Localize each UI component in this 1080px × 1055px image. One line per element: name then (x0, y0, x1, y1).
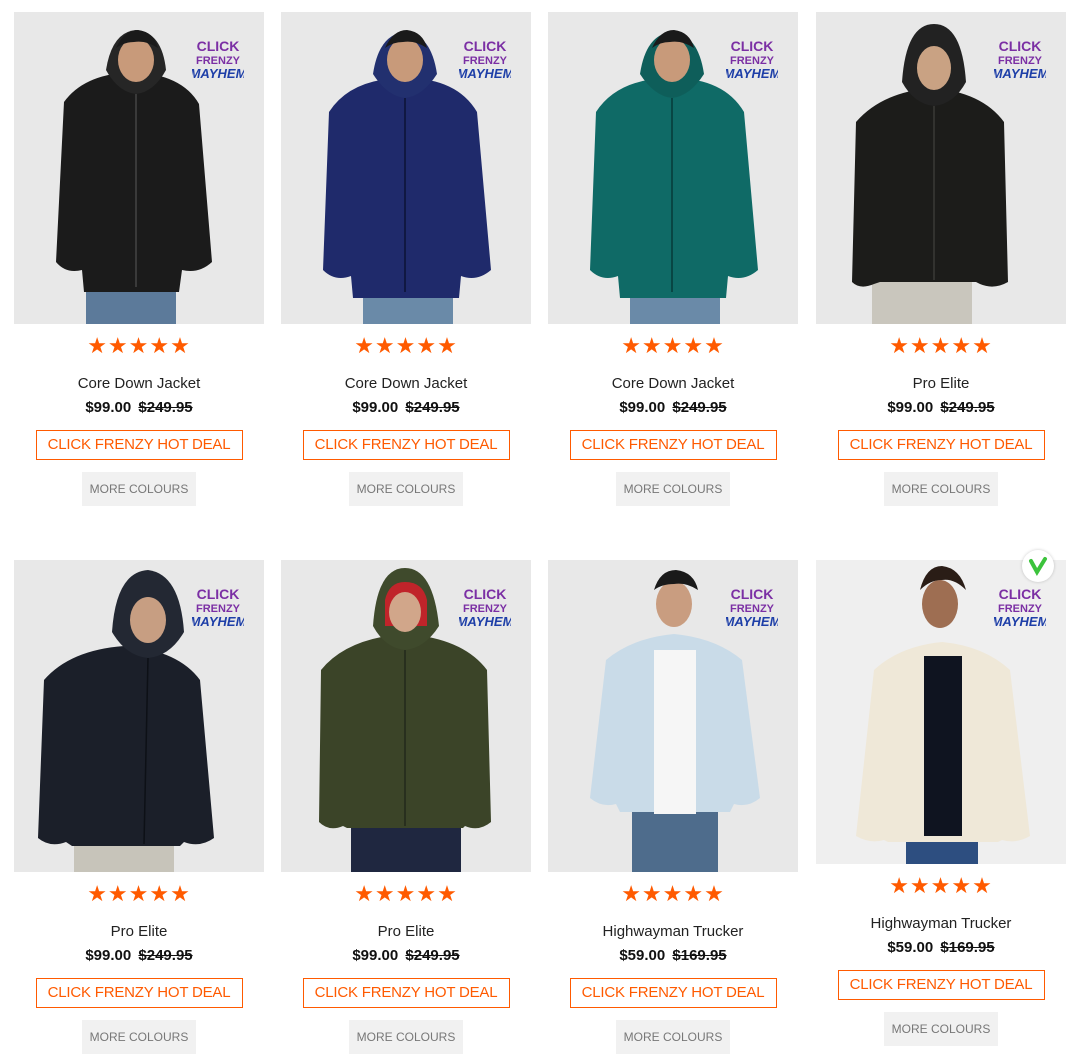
svg-text:MAYHEM: MAYHEM (994, 614, 1046, 629)
product-name[interactable]: Highwayman Trucker (816, 914, 1066, 934)
original-price: $249.95 (138, 947, 193, 964)
sale-price: $99.00 (887, 399, 934, 416)
svg-text:MAYHEM: MAYHEM (459, 66, 511, 81)
click-frenzy-logo: CLICK FRENZY MAYHEM (192, 586, 244, 629)
product-card[interactable]: CLICK FRENZY MAYHEM ★★★★★ Core Down Jack… (14, 12, 264, 506)
more-colours-button[interactable]: MORE COLOURS (616, 472, 730, 506)
svg-text:CLICK: CLICK (731, 586, 774, 602)
rating-stars: ★★★★★ (889, 873, 993, 898)
click-frenzy-logo: CLICK FRENZY MAYHEM (459, 38, 511, 81)
svg-text:MAYHEM: MAYHEM (192, 66, 244, 81)
click-frenzy-logo: CLICK FRENZY MAYHEM (994, 38, 1046, 81)
original-price: $249.95 (940, 399, 995, 416)
product-image[interactable]: CLICK FRENZY MAYHEM (281, 12, 531, 324)
product-card[interactable]: CLICK FRENZY MAYHEM ★★★★★ Pro Elite $99.… (816, 12, 1066, 506)
original-price: $169.95 (672, 947, 727, 964)
hot-deal-button[interactable]: CLICK FRENZY HOT DEAL (302, 978, 510, 1008)
sale-price: $99.00 (352, 947, 399, 964)
svg-text:CLICK: CLICK (999, 586, 1042, 602)
rating-stars: ★★★★★ (354, 881, 458, 906)
product-price: $99.00 $249.95 (14, 398, 264, 418)
rating-stars: ★★★★★ (889, 333, 993, 358)
product-name[interactable]: Highwayman Trucker (548, 922, 798, 942)
hot-deal-button[interactable]: CLICK FRENZY HOT DEAL (35, 978, 243, 1008)
click-frenzy-logo: CLICK FRENZY MAYHEM (726, 586, 778, 629)
product-image[interactable]: CLICK FRENZY MAYHEM (281, 560, 531, 872)
rating-stars: ★★★★★ (87, 881, 191, 906)
click-frenzy-logo: CLICK FRENZY MAYHEM (726, 38, 778, 81)
hot-deal-button[interactable]: CLICK FRENZY HOT DEAL (35, 430, 243, 460)
svg-text:CLICK: CLICK (464, 586, 507, 602)
product-price: $99.00 $249.95 (816, 398, 1066, 418)
hot-deal-button[interactable]: CLICK FRENZY HOT DEAL (569, 430, 777, 460)
product-image[interactable]: CLICK FRENZY MAYHEM (14, 12, 264, 324)
hot-deal-button[interactable]: CLICK FRENZY HOT DEAL (569, 978, 777, 1008)
rating-stars: ★★★★★ (354, 333, 458, 358)
svg-text:MAYHEM: MAYHEM (459, 614, 511, 629)
product-card[interactable]: CLICK FRENZY MAYHEM ★★★★★ Pro Elite $99.… (14, 560, 264, 1054)
svg-text:CLICK: CLICK (197, 586, 240, 602)
more-colours-button[interactable]: MORE COLOURS (884, 472, 998, 506)
product-card[interactable]: CLICK FRENZY MAYHEM ★★★★★ Highwayman Tru… (816, 550, 1066, 1046)
svg-text:MAYHEM: MAYHEM (726, 614, 778, 629)
product-card[interactable]: CLICK FRENZY MAYHEM ★★★★★ Pro Elite $99.… (281, 560, 531, 1054)
original-price: $249.95 (405, 947, 460, 964)
sale-price: $99.00 (85, 947, 132, 964)
sale-price: $59.00 (619, 947, 666, 964)
original-price: $169.95 (940, 939, 995, 956)
click-frenzy-logo: CLICK FRENZY MAYHEM (994, 586, 1046, 629)
product-image[interactable]: CLICK FRENZY MAYHEM (548, 560, 798, 872)
more-colours-button[interactable]: MORE COLOURS (349, 472, 463, 506)
hot-deal-button[interactable]: CLICK FRENZY HOT DEAL (302, 430, 510, 460)
svg-text:CLICK: CLICK (197, 38, 240, 54)
product-image[interactable]: CLICK FRENZY MAYHEM (816, 560, 1066, 864)
svg-text:CLICK: CLICK (731, 38, 774, 54)
product-card[interactable]: CLICK FRENZY MAYHEM ★★★★★ Highwayman Tru… (548, 560, 798, 1054)
product-card[interactable]: CLICK FRENZY MAYHEM ★★★★★ Core Down Jack… (281, 12, 531, 506)
hot-deal-button[interactable]: CLICK FRENZY HOT DEAL (837, 430, 1045, 460)
product-name[interactable]: Pro Elite (281, 922, 531, 942)
more-colours-button[interactable]: MORE COLOURS (616, 1020, 730, 1054)
original-price: $249.95 (138, 399, 193, 416)
svg-text:CLICK: CLICK (464, 38, 507, 54)
sale-price: $99.00 (352, 399, 399, 416)
svg-text:CLICK: CLICK (999, 38, 1042, 54)
svg-text:MAYHEM: MAYHEM (994, 66, 1046, 81)
product-name[interactable]: Core Down Jacket (281, 374, 531, 394)
svg-text:MAYHEM: MAYHEM (192, 614, 244, 629)
product-card[interactable]: CLICK FRENZY MAYHEM ★★★★★ Core Down Jack… (548, 12, 798, 506)
product-name[interactable]: Pro Elite (14, 922, 264, 942)
product-name[interactable]: Pro Elite (816, 374, 1066, 394)
product-image[interactable]: CLICK FRENZY MAYHEM (816, 12, 1066, 324)
original-price: $249.95 (672, 399, 727, 416)
sale-price: $59.00 (887, 939, 934, 956)
sale-price: $99.00 (619, 399, 666, 416)
watermark (465, 508, 615, 548)
product-image[interactable]: CLICK FRENZY MAYHEM (14, 560, 264, 872)
svg-text:MAYHEM: MAYHEM (726, 66, 778, 81)
product-image[interactable]: CLICK FRENZY MAYHEM (548, 12, 798, 324)
product-price: $99.00 $249.95 (548, 398, 798, 418)
product-name[interactable]: Core Down Jacket (548, 374, 798, 394)
more-colours-button[interactable]: MORE COLOURS (82, 472, 196, 506)
product-price: $59.00 $169.95 (548, 946, 798, 966)
product-name[interactable]: Core Down Jacket (14, 374, 264, 394)
original-price: $249.95 (405, 399, 460, 416)
more-colours-button[interactable]: MORE COLOURS (884, 1012, 998, 1046)
rating-stars: ★★★★★ (621, 333, 725, 358)
product-price: $99.00 $249.95 (281, 398, 531, 418)
more-colours-button[interactable]: MORE COLOURS (82, 1020, 196, 1054)
product-price: $99.00 $249.95 (281, 946, 531, 966)
product-price: $99.00 $249.95 (14, 946, 264, 966)
rating-stars: ★★★★★ (87, 333, 191, 358)
click-frenzy-logo: CLICK FRENZY MAYHEM (192, 38, 244, 81)
check-icon (1022, 550, 1054, 582)
hot-deal-button[interactable]: CLICK FRENZY HOT DEAL (837, 970, 1045, 1000)
sale-price: $99.00 (85, 399, 132, 416)
product-price: $59.00 $169.95 (816, 938, 1066, 958)
click-frenzy-logo: CLICK FRENZY MAYHEM (459, 586, 511, 629)
rating-stars: ★★★★★ (621, 881, 725, 906)
more-colours-button[interactable]: MORE COLOURS (349, 1020, 463, 1054)
